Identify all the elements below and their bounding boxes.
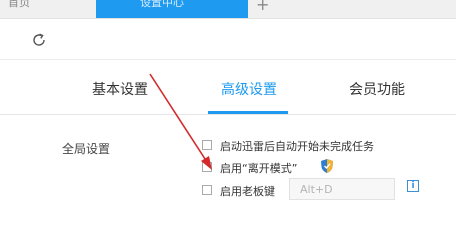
new-tab-button[interactable]: + [256, 0, 269, 14]
boss-key-checkbox[interactable] [202, 185, 212, 195]
refresh-icon[interactable] [30, 31, 48, 49]
browser-tab-home[interactable]: 首页 [0, 0, 96, 18]
boss-key-hotkey-input[interactable] [289, 178, 395, 200]
active-tab-indicator [208, 111, 288, 114]
browser-tab-active[interactable]: 设置中心 [96, 0, 248, 18]
auto-start-label: 启动迅雷后自动开始未完成任务 [220, 140, 374, 153]
section-label-global: 全局设置 [62, 142, 111, 156]
browser-tab-home-label: 首页 [8, 0, 30, 9]
settings-tabs: 基本设置 高级设置 会员功能 [0, 60, 456, 115]
tab-basic-settings[interactable]: 基本设置 [92, 79, 148, 99]
browser-tab-active-label: 设置中心 [140, 0, 184, 9]
away-mode-label: 启用“离开模式” [220, 162, 298, 175]
tab-member-features[interactable]: 会员功能 [349, 79, 405, 99]
info-icon[interactable]: i [407, 180, 419, 192]
tab-advanced-settings[interactable]: 高级设置 [221, 79, 277, 99]
browser-tab-bar: 首页 设置中心 + [0, 0, 456, 19]
auto-start-checkbox[interactable] [202, 140, 212, 150]
boss-key-label: 启用老板键 [220, 185, 275, 198]
toolbar [0, 19, 456, 60]
away-mode-checkbox[interactable] [202, 162, 212, 172]
shield-icon [321, 159, 333, 173]
